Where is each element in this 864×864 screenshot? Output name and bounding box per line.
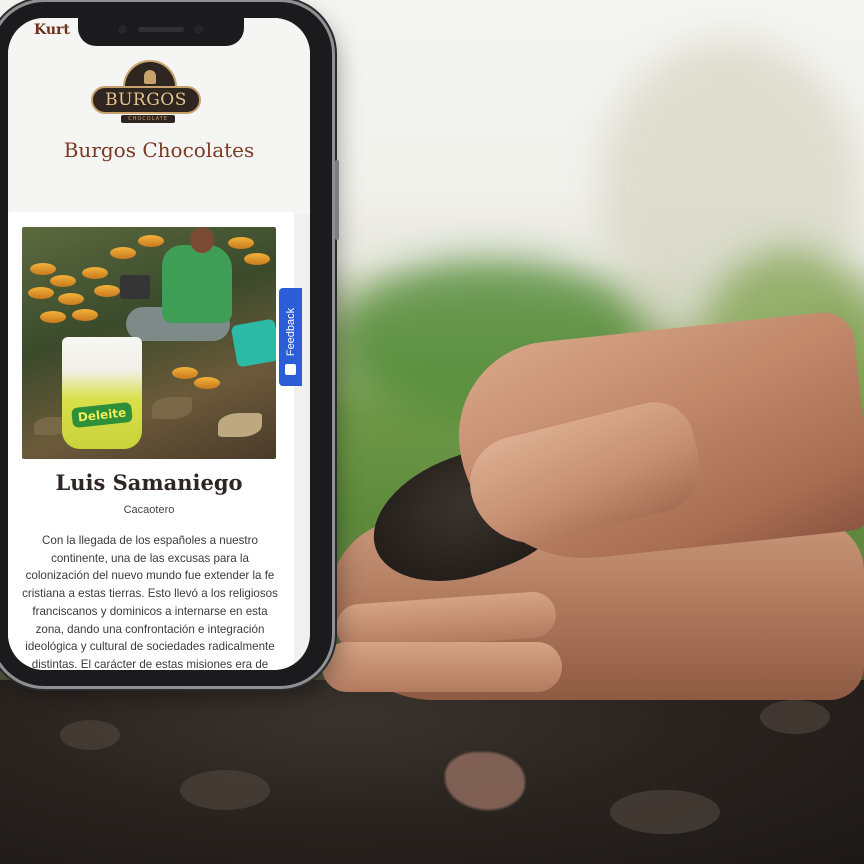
bucket-cyan <box>230 318 276 368</box>
farmer-figure <box>162 245 232 323</box>
cacao-pod <box>30 263 56 275</box>
cacao-pod <box>138 235 164 247</box>
dry-leaf <box>218 413 262 437</box>
cacao-pod <box>194 377 220 389</box>
hand-finger <box>322 642 562 692</box>
cacao-pod <box>82 267 108 279</box>
cacao-pod <box>72 309 98 321</box>
phone-notch <box>78 18 244 46</box>
scrolled-heading: Kurt <box>34 22 70 38</box>
profile-name: Luis Samaniego <box>55 470 243 495</box>
feedback-icon <box>285 364 296 375</box>
cacao-pod <box>50 275 76 287</box>
soil-clump <box>760 700 830 734</box>
speaker-grille <box>138 27 184 32</box>
cacao-pod <box>28 287 54 299</box>
site-header: Kurt BURGOS CHOCOLATE Burgos Chocolates <box>8 18 310 214</box>
cacao-pod <box>228 237 254 249</box>
soil-clump <box>610 790 720 834</box>
profile-card: Deleite Luis Samaniego Cacaotero Con la … <box>8 212 294 670</box>
cacao-pod <box>172 367 198 379</box>
cacao-pod <box>94 285 120 297</box>
page-title: Burgos Chocolates <box>63 138 255 162</box>
dry-leaf <box>152 397 192 419</box>
feedback-button[interactable]: Feedback <box>279 288 302 386</box>
sensor-icon <box>194 25 203 34</box>
logo-subtext: CHOCOLATE <box>121 115 175 123</box>
phone-side-button <box>335 160 339 240</box>
phone-mockup: Kurt BURGOS CHOCOLATE Burgos Chocolates <box>0 2 339 686</box>
bucket <box>62 337 142 449</box>
logo-wordmark: BURGOS <box>91 86 201 114</box>
cacao-pod <box>110 247 136 259</box>
cacao-pod <box>244 253 270 265</box>
profile-photo: Deleite <box>22 227 276 459</box>
cacao-pod <box>40 311 66 323</box>
brand-logo[interactable]: BURGOS CHOCOLATE <box>91 60 205 123</box>
cacao-pod <box>58 293 84 305</box>
soil-clump <box>180 770 270 810</box>
weighing-scale <box>120 275 150 299</box>
soil <box>0 680 864 864</box>
soil-clump <box>60 720 120 750</box>
profile-bio: Con la llegada de los españoles a nuestr… <box>22 534 278 670</box>
camera-icon <box>118 25 127 34</box>
phone-screen: Kurt BURGOS CHOCOLATE Burgos Chocolates <box>8 18 310 670</box>
farmer-figure <box>190 227 214 253</box>
profile-role: Cacaotero <box>123 504 175 516</box>
feedback-label: Feedback <box>285 307 297 357</box>
